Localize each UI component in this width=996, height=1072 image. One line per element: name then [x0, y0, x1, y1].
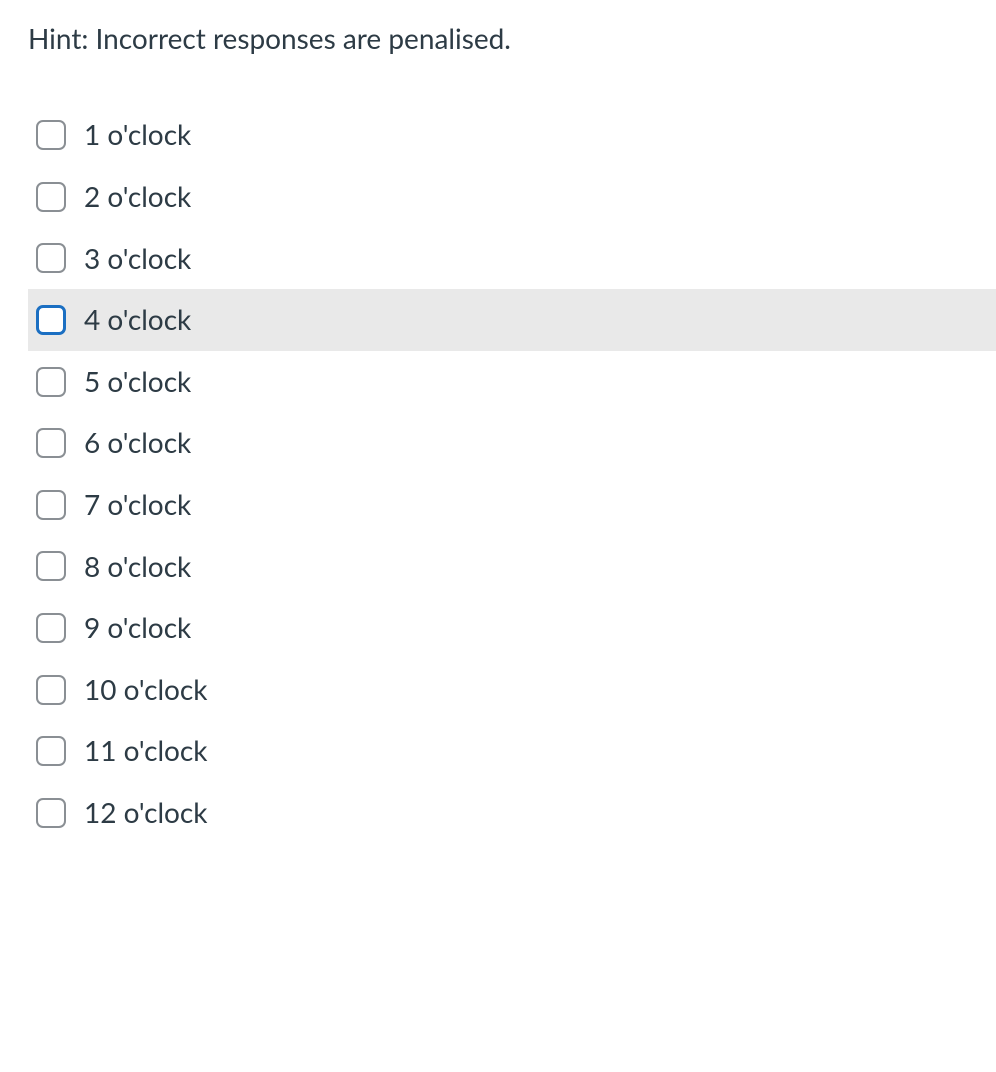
option-label: 9 o'clock: [84, 611, 191, 645]
option-row[interactable]: 2 o'clock: [28, 166, 996, 228]
checkbox[interactable]: [36, 367, 66, 397]
checkbox[interactable]: [36, 182, 66, 212]
option-label: 1 o'clock: [84, 118, 191, 152]
checkbox[interactable]: [36, 120, 66, 150]
option-row[interactable]: 3 o'clock: [28, 228, 996, 290]
option-row[interactable]: 6 o'clock: [28, 412, 996, 474]
option-label: 10 o'clock: [84, 673, 208, 707]
hint-text: Hint: Incorrect responses are penalised.: [28, 20, 996, 56]
checkbox[interactable]: [36, 428, 66, 458]
option-row[interactable]: 4 o'clock: [28, 289, 996, 351]
checkbox[interactable]: [36, 551, 66, 581]
option-label: 2 o'clock: [84, 180, 191, 214]
checkbox[interactable]: [36, 736, 66, 766]
checkbox[interactable]: [36, 675, 66, 705]
option-label: 12 o'clock: [84, 796, 208, 830]
option-label: 5 o'clock: [84, 365, 191, 399]
option-row[interactable]: 12 o'clock: [28, 782, 996, 844]
checkbox[interactable]: [36, 798, 66, 828]
option-label: 3 o'clock: [84, 242, 191, 276]
checkbox[interactable]: [36, 490, 66, 520]
option-label: 11 o'clock: [84, 734, 208, 768]
option-row[interactable]: 11 o'clock: [28, 720, 996, 782]
options-list: 1 o'clock 2 o'clock 3 o'clock 4 o'clock 5 o'…: [28, 104, 996, 843]
checkbox[interactable]: [36, 243, 66, 273]
option-row[interactable]: 10 o'clock: [28, 659, 996, 721]
checkbox[interactable]: [36, 613, 66, 643]
option-label: 4 o'clock: [84, 303, 191, 337]
option-label: 6 o'clock: [84, 426, 191, 460]
option-row[interactable]: 8 o'clock: [28, 536, 996, 598]
option-row[interactable]: 7 o'clock: [28, 474, 996, 536]
option-label: 8 o'clock: [84, 550, 191, 584]
option-row[interactable]: 1 o'clock: [28, 104, 996, 166]
option-row[interactable]: 5 o'clock: [28, 351, 996, 413]
option-row[interactable]: 9 o'clock: [28, 597, 996, 659]
question-container: Hint: Incorrect responses are penalised.…: [0, 0, 996, 864]
checkbox[interactable]: [36, 305, 66, 335]
option-label: 7 o'clock: [84, 488, 191, 522]
